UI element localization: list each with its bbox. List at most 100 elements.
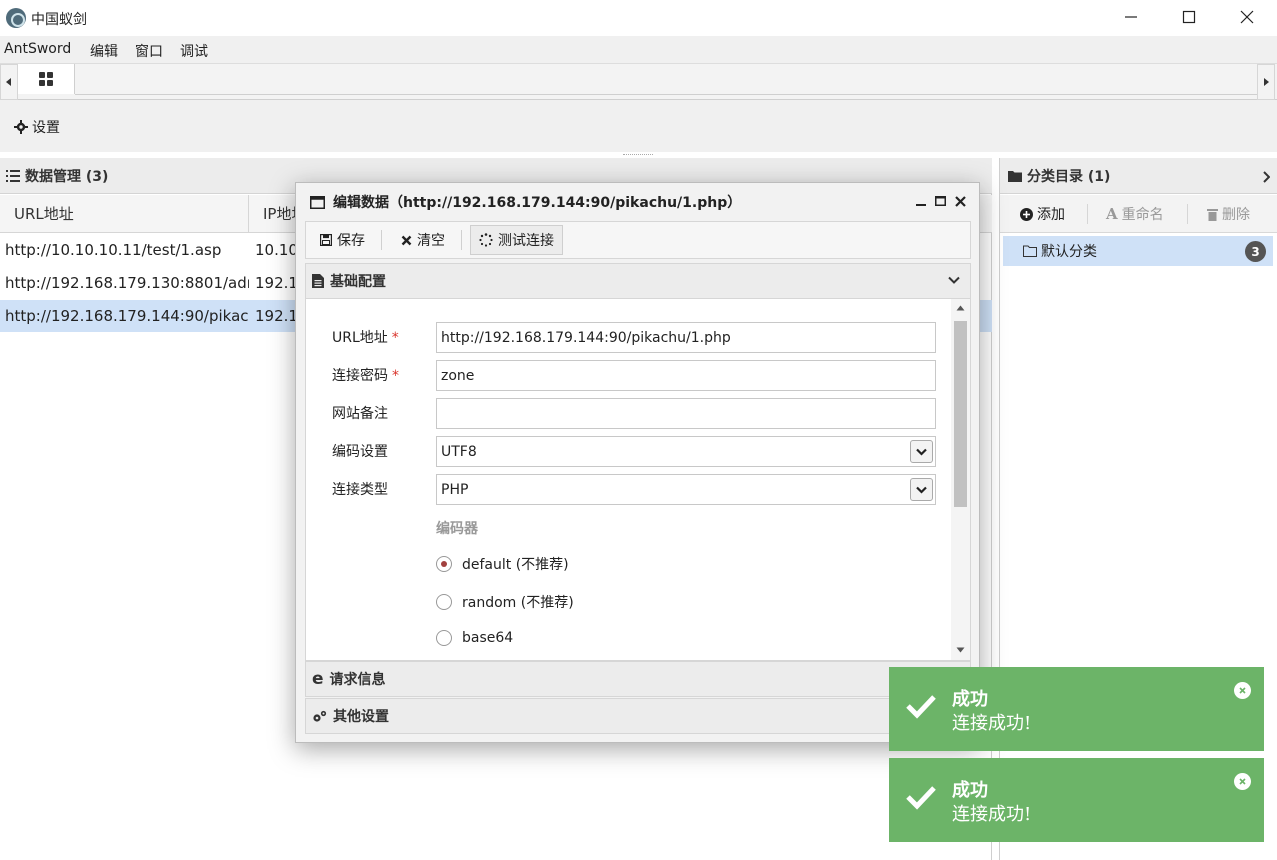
toast-close-button[interactable] bbox=[1234, 682, 1251, 699]
rename-category-button[interactable]: A 重命名 bbox=[1106, 204, 1164, 224]
category-panel: 分类目录 (1) 添加 A 重命名 删除 默认分类 3 bbox=[999, 158, 1277, 860]
rename-category-label: 重命名 bbox=[1121, 207, 1164, 223]
cell-url: http://10.10.10.11/test/1.asp bbox=[5, 241, 222, 259]
note-input[interactable] bbox=[436, 398, 936, 429]
close-icon bbox=[1240, 10, 1254, 24]
gears-icon bbox=[313, 710, 327, 722]
other-settings-section-header[interactable]: 其他设置 bbox=[305, 698, 971, 734]
encoder-option-label: base64 bbox=[462, 630, 514, 646]
checkmark-icon bbox=[906, 695, 936, 719]
minimize-button[interactable] bbox=[1102, 0, 1160, 34]
settings-button[interactable]: 设置 bbox=[14, 117, 60, 137]
category-count-badge: 3 bbox=[1245, 241, 1266, 262]
encoding-select-value: UTF8 bbox=[441, 443, 477, 460]
close-button[interactable] bbox=[1218, 0, 1276, 34]
encoder-option-base64[interactable]: base64 bbox=[436, 630, 513, 646]
title-bar: 中国蚁剑 bbox=[0, 0, 1277, 36]
cell-url: http://192.168.179.144:90/pikach bbox=[5, 307, 249, 325]
toast-title: 成功 bbox=[952, 689, 988, 710]
encoder-option-random[interactable]: random (不推荐) bbox=[436, 592, 574, 612]
url-input-value: http://192.168.179.144:90/pikachu/1.php bbox=[441, 329, 731, 346]
basic-config-title: 基础配置 bbox=[330, 274, 386, 290]
encoder-option-label: random (不推荐) bbox=[462, 595, 574, 611]
dialog-close-button[interactable] bbox=[952, 193, 968, 209]
url-input[interactable]: http://192.168.179.144:90/pikachu/1.php bbox=[436, 322, 936, 353]
scrollbar-thumb[interactable] bbox=[954, 321, 967, 507]
menu-bar: AntSword 编辑 窗口 调试 bbox=[0, 36, 1277, 64]
required-mark: * bbox=[392, 368, 399, 384]
folder-icon bbox=[1008, 170, 1022, 182]
toast-title: 成功 bbox=[952, 780, 988, 801]
column-header-url[interactable]: URL地址 bbox=[0, 195, 249, 233]
settings-label: 设置 bbox=[32, 120, 60, 136]
category-item-default[interactable]: 默认分类 3 bbox=[1003, 236, 1273, 266]
test-connection-label: 测试连接 bbox=[498, 233, 554, 249]
tab-scroll-left-button[interactable] bbox=[0, 64, 18, 100]
chevron-down-icon bbox=[910, 440, 933, 463]
form-scrollbar[interactable] bbox=[951, 299, 970, 660]
basic-config-section-header[interactable]: 基础配置 bbox=[305, 263, 971, 299]
radio-button[interactable] bbox=[436, 556, 452, 572]
save-button[interactable]: 保存 bbox=[312, 225, 373, 255]
connection-type-select[interactable]: PHP bbox=[436, 474, 936, 505]
password-input[interactable]: zone bbox=[436, 360, 936, 391]
maximize-icon bbox=[1182, 10, 1196, 24]
test-connection-button[interactable]: 测试连接 bbox=[470, 225, 563, 255]
spinner-icon bbox=[479, 233, 493, 247]
tab-scroll-right-button[interactable] bbox=[1257, 64, 1275, 100]
dialog-toolbar: 保存 清空 测试连接 bbox=[305, 221, 971, 259]
list-icon bbox=[6, 169, 20, 182]
scroll-up-icon[interactable] bbox=[956, 305, 965, 311]
dialog-title-bar[interactable]: 编辑数据（http://192.168.179.144:90/pikachu/1… bbox=[296, 183, 979, 221]
add-category-button[interactable]: 添加 bbox=[1020, 204, 1065, 224]
menu-edit[interactable]: 编辑 bbox=[90, 41, 118, 61]
toast-close-button[interactable] bbox=[1234, 773, 1251, 790]
toolbar-divider bbox=[381, 230, 382, 250]
chevron-right-icon[interactable] bbox=[1262, 171, 1270, 183]
menu-window[interactable]: 窗口 bbox=[135, 41, 163, 61]
close-icon bbox=[1239, 687, 1246, 694]
radio-button[interactable] bbox=[436, 594, 452, 610]
category-panel-title: 分类目录 (1) bbox=[1027, 168, 1111, 185]
toolbar-divider bbox=[1087, 204, 1088, 224]
encoder-label: 编码器 bbox=[436, 521, 478, 537]
dialog-title: 编辑数据（http://192.168.179.144:90/pikachu/1… bbox=[333, 195, 742, 211]
splitter-grip[interactable] bbox=[623, 154, 653, 156]
toolbar-divider bbox=[461, 230, 462, 250]
caret-left-icon bbox=[6, 78, 11, 86]
close-icon bbox=[954, 195, 966, 207]
success-toast: 成功 连接成功! bbox=[889, 758, 1264, 842]
caret-right-icon bbox=[1264, 78, 1269, 86]
tab-home[interactable] bbox=[18, 64, 75, 94]
trash-icon bbox=[1207, 208, 1218, 221]
window-icon bbox=[310, 195, 325, 209]
menu-antsword[interactable]: AntSword bbox=[4, 41, 71, 57]
dialog-maximize-button[interactable] bbox=[932, 193, 948, 209]
password-input-value: zone bbox=[441, 367, 475, 384]
encoder-option-label: default (不推荐) bbox=[462, 557, 569, 573]
dialog-minimize-button[interactable] bbox=[913, 193, 929, 209]
toast-message: 连接成功! bbox=[952, 713, 1032, 734]
data-panel-title: 数据管理 (3) bbox=[25, 168, 109, 185]
tab-divider bbox=[75, 94, 1257, 95]
antsword-logo-icon bbox=[6, 8, 26, 28]
clear-button[interactable]: 清空 bbox=[393, 225, 453, 255]
request-info-section-header[interactable]: e 请求信息 bbox=[305, 661, 971, 697]
maximize-icon bbox=[934, 196, 946, 206]
delete-category-button[interactable]: 删除 bbox=[1207, 204, 1250, 224]
maximize-button[interactable] bbox=[1160, 0, 1218, 34]
column-header-url-label: URL地址 bbox=[14, 205, 74, 223]
plus-circle-icon bbox=[1020, 207, 1033, 221]
success-toast: 成功 连接成功! bbox=[889, 667, 1264, 751]
scroll-down-icon[interactable] bbox=[956, 647, 965, 653]
chevron-down-icon bbox=[910, 478, 933, 501]
encoding-field-label: 编码设置 bbox=[332, 444, 388, 460]
add-category-label: 添加 bbox=[1037, 207, 1065, 223]
encoding-select[interactable]: UTF8 bbox=[436, 436, 936, 467]
password-field-label: 连接密码 * bbox=[332, 368, 399, 384]
encoder-option-default[interactable]: default (不推荐) bbox=[436, 554, 569, 574]
radio-button[interactable] bbox=[436, 630, 452, 646]
menu-debug[interactable]: 调试 bbox=[180, 41, 208, 61]
type-field-label: 连接类型 bbox=[332, 482, 388, 498]
toast-message: 连接成功! bbox=[952, 804, 1032, 825]
